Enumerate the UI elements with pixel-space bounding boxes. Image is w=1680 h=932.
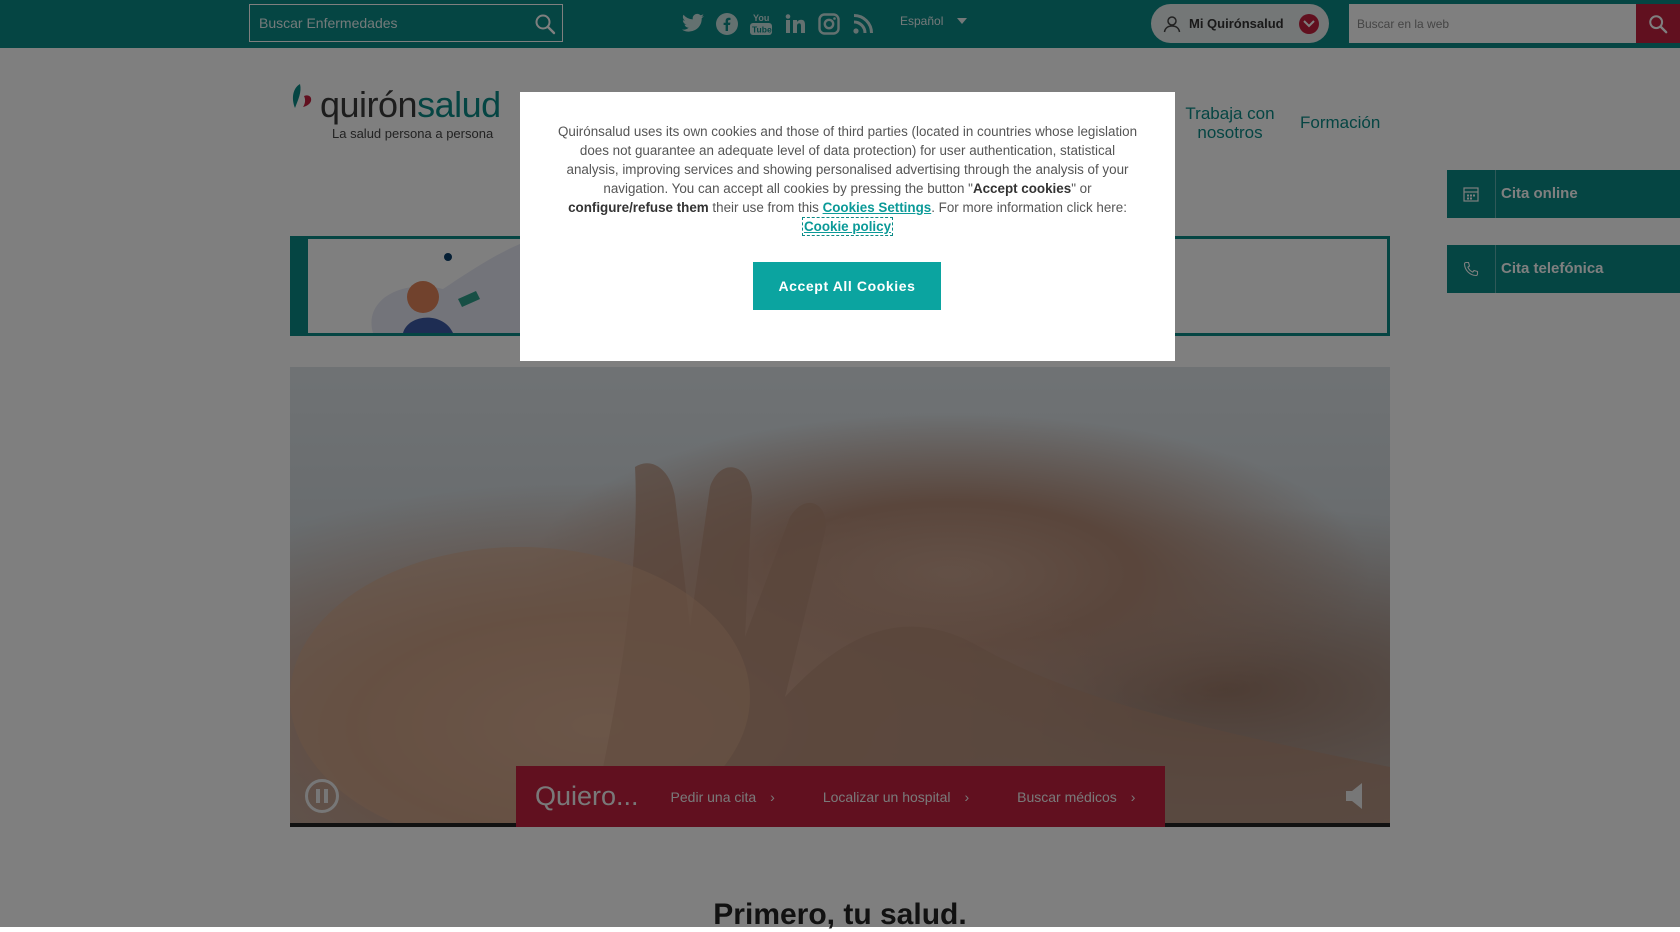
cookie-settings-link[interactable]: Cookies Settings [823, 200, 932, 215]
cookie-text-2: " or [1071, 181, 1092, 196]
cookie-text-3: their use from this [708, 200, 823, 215]
cookie-consent-text: Quirónsalud uses its own cookies and tho… [552, 122, 1143, 236]
cookie-configure-bold: configure/refuse them [568, 200, 709, 215]
cookie-accept-bold: Accept cookies [972, 181, 1072, 196]
accept-all-cookies-button[interactable]: Accept All Cookies [753, 262, 941, 310]
cookie-policy-link[interactable]: Cookie policy [801, 217, 894, 236]
cookie-text-4: . For more information click here: [931, 200, 1127, 215]
cookie-consent-modal: Quirónsalud uses its own cookies and tho… [520, 92, 1175, 361]
